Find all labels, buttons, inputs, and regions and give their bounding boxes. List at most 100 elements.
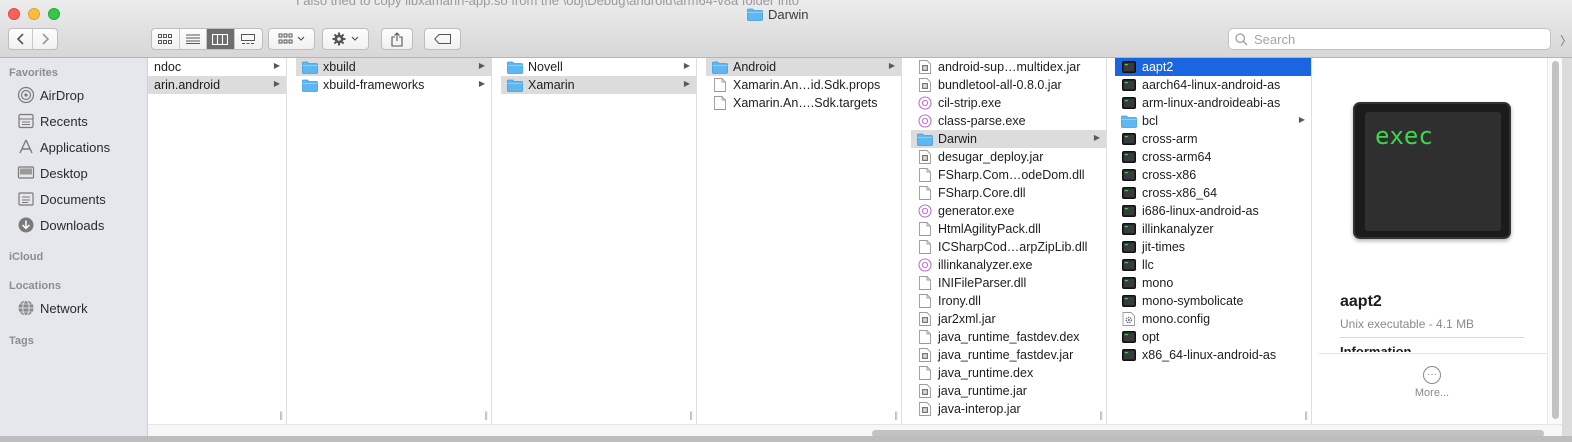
folder-row[interactable]: xbuild-frameworks ▶ bbox=[296, 76, 491, 94]
sidebar-item-desktop[interactable]: Desktop bbox=[17, 162, 88, 184]
file-row[interactable]: FSharp.Com…odeDom.dll bbox=[911, 166, 1106, 184]
more-button[interactable]: ··· More... bbox=[1410, 366, 1454, 399]
sidebar-item-downloads[interactable]: Downloads bbox=[17, 214, 104, 236]
terminal-exec-icon bbox=[1121, 276, 1137, 290]
column-resize-handle[interactable]: || bbox=[689, 410, 693, 420]
folder-row[interactable]: bcl ▶ bbox=[1115, 112, 1311, 130]
folder-row[interactable]: xbuild ▶ bbox=[296, 58, 491, 76]
column-resize-handle[interactable]: || bbox=[484, 410, 488, 420]
file-row[interactable]: illinkanalyzer.exe bbox=[911, 256, 1106, 274]
minimize-window-button[interactable] bbox=[28, 8, 40, 20]
file-row[interactable]: mono-symbolicate bbox=[1115, 292, 1311, 310]
back-button[interactable] bbox=[9, 29, 33, 49]
share-button[interactable] bbox=[381, 28, 413, 50]
zoom-window-button[interactable] bbox=[48, 8, 60, 20]
document-icon bbox=[917, 276, 933, 290]
group-by-button[interactable] bbox=[268, 28, 315, 50]
forward-button[interactable] bbox=[33, 29, 57, 49]
folder-row[interactable]: Xamarin ▶ bbox=[501, 76, 696, 94]
file-row[interactable]: jit-times bbox=[1115, 238, 1311, 256]
file-row[interactable]: cross-x86 bbox=[1115, 166, 1311, 184]
network-icon bbox=[18, 300, 34, 316]
terminal-exec-icon bbox=[1121, 132, 1137, 146]
file-row[interactable]: opt bbox=[1115, 328, 1311, 346]
edit-tags-button[interactable] bbox=[424, 28, 461, 50]
item-name: Xamarin bbox=[528, 78, 575, 92]
share-icon bbox=[391, 31, 403, 47]
file-row[interactable]: Xamarin.An…id.Sdk.props bbox=[706, 76, 901, 94]
file-row[interactable]: Irony.dll bbox=[911, 292, 1106, 310]
folder-row[interactable]: Android ▶ bbox=[706, 58, 901, 76]
search-field[interactable] bbox=[1228, 28, 1551, 50]
folder-row[interactable]: ndoc ▶ bbox=[148, 58, 286, 76]
sidebar-item-documents[interactable]: Documents bbox=[17, 188, 106, 210]
folder-row[interactable]: Darwin ▶ bbox=[911, 130, 1106, 148]
sidebar-item-network[interactable]: Network bbox=[17, 297, 88, 319]
file-row[interactable]: cross-arm bbox=[1115, 130, 1311, 148]
file-row[interactable]: java-interop.jar bbox=[911, 400, 1106, 418]
file-row[interactable]: generator.exe bbox=[911, 202, 1106, 220]
file-row[interactable]: Xamarin.An….Sdk.targets bbox=[706, 94, 901, 112]
file-row[interactable]: aarch64-linux-android-as bbox=[1115, 76, 1311, 94]
folder-row[interactable]: Novell ▶ bbox=[501, 58, 696, 76]
file-row[interactable]: java_runtime.dex bbox=[911, 364, 1106, 382]
gallery-view-button[interactable] bbox=[235, 29, 262, 49]
sidebar-item-airdrop[interactable]: AirDrop bbox=[17, 84, 84, 106]
file-row[interactable]: cil-strip.exe bbox=[911, 94, 1106, 112]
file-row[interactable]: java_runtime_fastdev.dex bbox=[911, 328, 1106, 346]
document-icon bbox=[917, 222, 933, 236]
jar-file-icon bbox=[917, 384, 933, 398]
file-row[interactable]: arm-linux-androideabi-as bbox=[1115, 94, 1311, 112]
file-row[interactable]: i686-linux-android-as bbox=[1115, 202, 1311, 220]
close-window-button[interactable] bbox=[8, 8, 20, 20]
gallery-view-icon bbox=[241, 33, 256, 44]
file-row[interactable]: x86_64-linux-android-as bbox=[1115, 346, 1311, 364]
file-row[interactable]: java_runtime.jar bbox=[911, 382, 1106, 400]
terminal-exec-icon bbox=[1121, 96, 1137, 110]
column-resize-handle[interactable]: || bbox=[894, 410, 898, 420]
file-row[interactable]: ICSharpCod…arpZipLib.dll bbox=[911, 238, 1106, 256]
item-name: desugar_deploy.jar bbox=[938, 150, 1044, 164]
ellipsis-icon: ··· bbox=[1423, 366, 1441, 384]
file-row[interactable]: cross-arm64 bbox=[1115, 148, 1311, 166]
column-view-button[interactable] bbox=[207, 29, 235, 49]
file-row[interactable]: desugar_deploy.jar bbox=[911, 148, 1106, 166]
file-row[interactable]: cross-x86_64 bbox=[1115, 184, 1311, 202]
file-row[interactable]: class-parse.exe bbox=[911, 112, 1106, 130]
toolbar-overflow-icon[interactable]: 〉 bbox=[1560, 32, 1572, 48]
file-row[interactable]: bundletool-all-0.8.0.jar bbox=[911, 76, 1106, 94]
search-input[interactable] bbox=[1254, 31, 1534, 47]
file-row[interactable]: android-sup…multidex.jar bbox=[911, 58, 1106, 76]
file-row[interactable]: jar2xml.jar bbox=[911, 310, 1106, 328]
sidebar-item-label: Downloads bbox=[40, 217, 105, 233]
item-name: Xamarin.An….Sdk.targets bbox=[733, 96, 878, 110]
list-view-button[interactable] bbox=[180, 29, 207, 49]
folder-row[interactable]: arin.android ▶ bbox=[148, 76, 286, 94]
sidebar-item-recents[interactable]: Recents bbox=[17, 110, 88, 132]
column-resize-handle[interactable]: || bbox=[279, 410, 283, 420]
file-row[interactable]: INIFileParser.dll bbox=[911, 274, 1106, 292]
window-title-text: Darwin bbox=[768, 7, 809, 22]
file-row[interactable]: HtmlAgilityPack.dll bbox=[911, 220, 1106, 238]
action-button[interactable] bbox=[322, 28, 369, 50]
sidebar-item-applications[interactable]: Applications bbox=[17, 136, 110, 158]
sidebar-item-label: Documents bbox=[40, 191, 106, 207]
document-icon bbox=[712, 78, 728, 92]
column-resize-handle[interactable]: || bbox=[1099, 410, 1103, 420]
icon-view-button[interactable] bbox=[152, 29, 180, 49]
disclosure-arrow-icon: ▶ bbox=[888, 61, 895, 70]
terminal-exec-icon bbox=[1121, 204, 1137, 218]
file-row[interactable]: llc bbox=[1115, 256, 1311, 274]
file-row[interactable]: mono bbox=[1115, 274, 1311, 292]
column-view-icon bbox=[212, 33, 229, 45]
sidebar-item-label: Desktop bbox=[40, 165, 88, 181]
file-row[interactable]: aapt2 bbox=[1115, 58, 1311, 76]
file-row[interactable]: java_runtime_fastdev.jar bbox=[911, 346, 1106, 364]
file-row[interactable]: illinkanalyzer bbox=[1115, 220, 1311, 238]
item-name: bundletool-all-0.8.0.jar bbox=[938, 78, 1062, 92]
preview-pane: exec aapt2 Unix executable - 4.1 MB Info… bbox=[1319, 58, 1547, 424]
vertical-scrollbar[interactable] bbox=[1547, 58, 1562, 424]
column-resize-handle[interactable]: || bbox=[1304, 410, 1308, 420]
file-row[interactable]: FSharp.Core.dll bbox=[911, 184, 1106, 202]
file-row[interactable]: mono.config bbox=[1115, 310, 1311, 328]
